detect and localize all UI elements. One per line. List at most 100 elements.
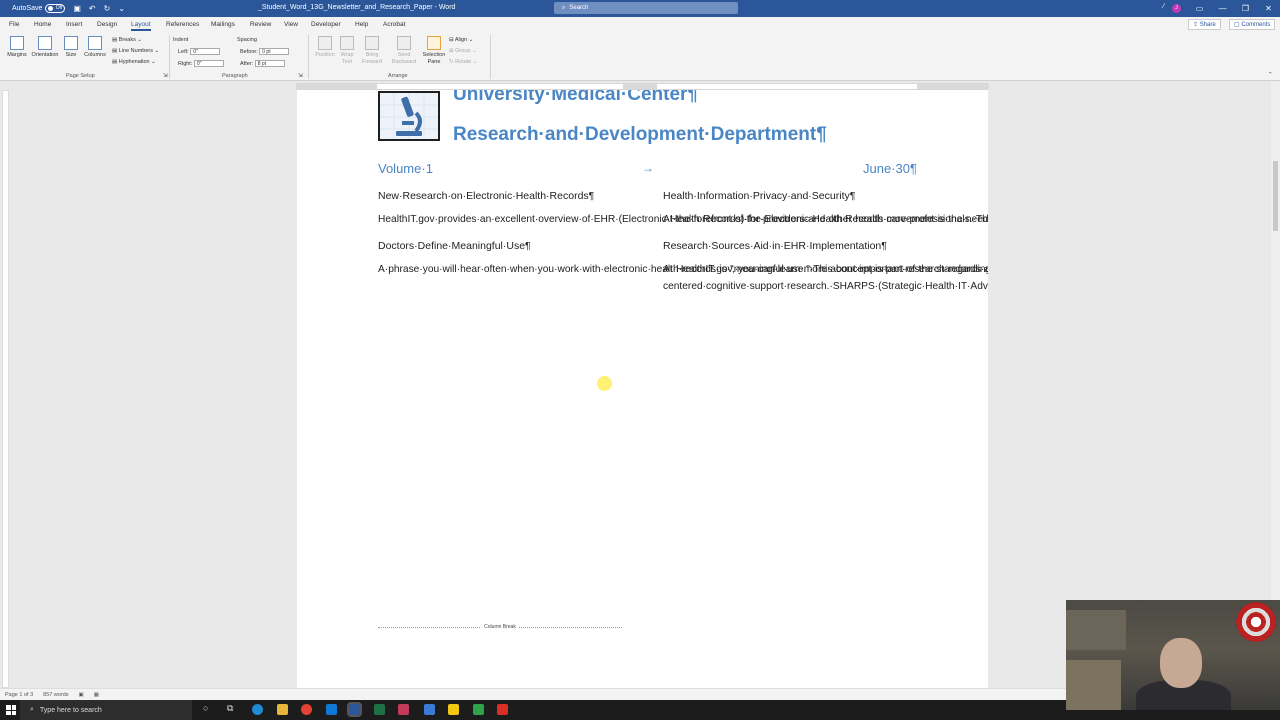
- app-icon[interactable]: [497, 704, 508, 715]
- breaks-button[interactable]: ▤ Breaks ⌄: [112, 37, 142, 43]
- breaks-label: Breaks: [118, 37, 136, 43]
- scrollbar-thumb[interactable]: [1273, 161, 1278, 231]
- tab-acrobat[interactable]: Acrobat: [383, 21, 405, 28]
- tab-developer[interactable]: Developer: [311, 21, 341, 28]
- share-button[interactable]: ⇪ Share: [1188, 19, 1221, 30]
- bring-forward-button[interactable]: Bring Forward: [357, 36, 387, 66]
- taskbar-search-placeholder: Type here to search: [39, 706, 102, 714]
- position-button[interactable]: Position: [312, 36, 338, 59]
- group-label: Group: [455, 48, 471, 54]
- webcam-overlay: [1066, 600, 1280, 710]
- group-button[interactable]: ⊞ Group ⌄: [449, 48, 477, 54]
- comments-button[interactable]: ▢ Comments: [1229, 19, 1276, 30]
- chrome-icon[interactable]: [301, 704, 312, 715]
- search-box[interactable]: ⌕ Search: [554, 2, 738, 14]
- indent-right: Right: 0": [178, 60, 224, 67]
- ribbon: Margins Orientation Size Columns ▤ Break…: [0, 32, 1280, 81]
- tab-mailings[interactable]: Mailings: [211, 21, 235, 28]
- vertical-ruler[interactable]: [2, 90, 9, 688]
- app-icon[interactable]: [398, 704, 409, 715]
- proofing-icon[interactable]: ▣: [79, 692, 84, 698]
- undo-icon[interactable]: ↶: [89, 4, 96, 13]
- tab-references[interactable]: References: [166, 21, 199, 28]
- horizontal-ruler[interactable]: [296, 83, 989, 90]
- word-count[interactable]: 857 words: [43, 692, 68, 698]
- orientation-button[interactable]: Orientation: [29, 36, 61, 59]
- customize-toolbar-icon[interactable]: ⌄: [118, 4, 125, 13]
- minimize-icon[interactable]: —: [1211, 0, 1234, 17]
- paragraph-launcher-icon[interactable]: ⇲: [298, 73, 303, 79]
- app-icon[interactable]: [448, 704, 459, 715]
- tab-design[interactable]: Design: [97, 21, 117, 28]
- tab-layout[interactable]: Layout: [131, 21, 151, 31]
- tab-help[interactable]: Help: [355, 21, 368, 28]
- file-explorer-icon[interactable]: [277, 704, 288, 715]
- columns-button[interactable]: Columns: [82, 36, 108, 59]
- article-heading-ehr[interactable]: New·Research·on·Electronic·Health·Record…: [378, 188, 625, 204]
- microscope-logo[interactable]: [378, 91, 440, 141]
- document-page[interactable]: University·Medical·Center¶ Research·and·…: [297, 90, 988, 688]
- ribbon-display-icon[interactable]: ▭: [1188, 0, 1211, 17]
- volume-label[interactable]: Volume·1: [378, 161, 433, 176]
- spacing-before-label: Before:: [240, 48, 258, 55]
- tab-insert[interactable]: Insert: [66, 21, 82, 28]
- collapse-ribbon-icon[interactable]: ⌃: [1268, 72, 1273, 78]
- line-numbers-button[interactable]: ▤ Line Numbers ⌄: [112, 48, 159, 54]
- page-count[interactable]: Page 1 of 3: [5, 692, 33, 698]
- arrange-group-label: Arrange: [388, 73, 408, 79]
- tab-file[interactable]: File: [9, 21, 19, 28]
- newsletter-title-line1[interactable]: University·Medical·Center¶: [453, 90, 698, 106]
- article-body-research-sources[interactable]: At·HealthIT.gov,·you·can·learn·more·abou…: [663, 262, 988, 295]
- close-icon[interactable]: ✕: [1257, 0, 1280, 17]
- send-backward-label: Send Backward: [391, 52, 417, 65]
- column-right[interactable]: Health·Information·Privacy·and·Security¶…: [663, 188, 988, 304]
- rotate-button[interactable]: ↻ Rotate ⌄: [449, 59, 478, 65]
- article-body-privacy[interactable]: At·the·forefront·of·the·Electronic·Healt…: [663, 212, 988, 228]
- hyphenation-button[interactable]: ▤ Hyphenation ⌄: [112, 59, 156, 65]
- avatar[interactable]: J: [1172, 4, 1181, 13]
- pen-icon[interactable]: ∕: [1163, 3, 1164, 10]
- tab-home[interactable]: Home: [34, 21, 51, 28]
- indent-label: Indent: [173, 37, 189, 43]
- autosave-switch[interactable]: Off: [45, 4, 66, 13]
- taskbar-search[interactable]: ⌕ Type here to search: [20, 700, 192, 720]
- document-title: _Student_Word_13G_Newsletter_and_Researc…: [258, 4, 456, 11]
- excel-icon[interactable]: [374, 704, 385, 715]
- margins-button[interactable]: Margins: [5, 36, 29, 59]
- redo-icon[interactable]: ↻: [104, 4, 111, 13]
- task-view-icon[interactable]: ⧉: [227, 703, 233, 714]
- issue-date[interactable]: June·30¶: [817, 161, 917, 176]
- newsletter-title-line2[interactable]: Research·and·Development·Department¶: [453, 124, 827, 146]
- word-taskbar-icon[interactable]: [347, 702, 362, 717]
- column-left[interactable]: New·Research·on·Electronic·Health·Record…: [378, 188, 988, 288]
- save-icon[interactable]: ▣: [73, 4, 81, 13]
- article-heading-meaningful-use[interactable]: Doctors·Define·Meaningful·Use¶: [378, 238, 625, 254]
- align-button[interactable]: ⊟ Align ⌄: [449, 37, 473, 43]
- tab-review[interactable]: Review: [250, 21, 271, 28]
- edge-icon[interactable]: [252, 704, 263, 715]
- page-setup-launcher-icon[interactable]: ⇲: [163, 73, 168, 79]
- indent-right-input[interactable]: 0": [193, 60, 224, 67]
- accessibility-icon[interactable]: ▦: [94, 692, 99, 698]
- selection-pane-button[interactable]: Selection Pane: [421, 36, 447, 66]
- article-heading-research-sources[interactable]: Research·Sources·Aid·in·EHR·Implementati…: [663, 238, 910, 254]
- tab-view[interactable]: View: [284, 21, 298, 28]
- app-icon[interactable]: [424, 704, 435, 715]
- ruler-column-gap: [623, 84, 657, 89]
- vertical-scrollbar[interactable]: [1271, 81, 1280, 688]
- spacing-before-input[interactable]: 0 pt: [259, 48, 290, 55]
- article-heading-privacy[interactable]: Health·Information·Privacy·and·Security¶: [663, 188, 910, 204]
- send-backward-button[interactable]: Send Backward: [388, 36, 420, 66]
- windows-start-icon[interactable]: [6, 705, 16, 715]
- cortana-icon[interactable]: ○: [203, 703, 208, 713]
- indent-left-input[interactable]: 0": [190, 48, 221, 55]
- wrap-text-button[interactable]: Wrap Text: [337, 36, 357, 66]
- article-body-meaningful-use[interactable]: A·phrase·you·will·hear·often·when·you·wo…: [378, 262, 988, 278]
- outlook-icon[interactable]: [326, 704, 337, 715]
- restore-icon[interactable]: ❐: [1234, 0, 1257, 17]
- autosave-toggle[interactable]: AutoSave Off: [12, 4, 66, 13]
- app-icon[interactable]: [473, 704, 484, 715]
- size-button[interactable]: Size: [62, 36, 80, 59]
- article-body-ehr[interactable]: HealthIT.gov·provides·an·excellent·overv…: [378, 212, 988, 228]
- spacing-after-input[interactable]: 8 pt: [254, 60, 285, 67]
